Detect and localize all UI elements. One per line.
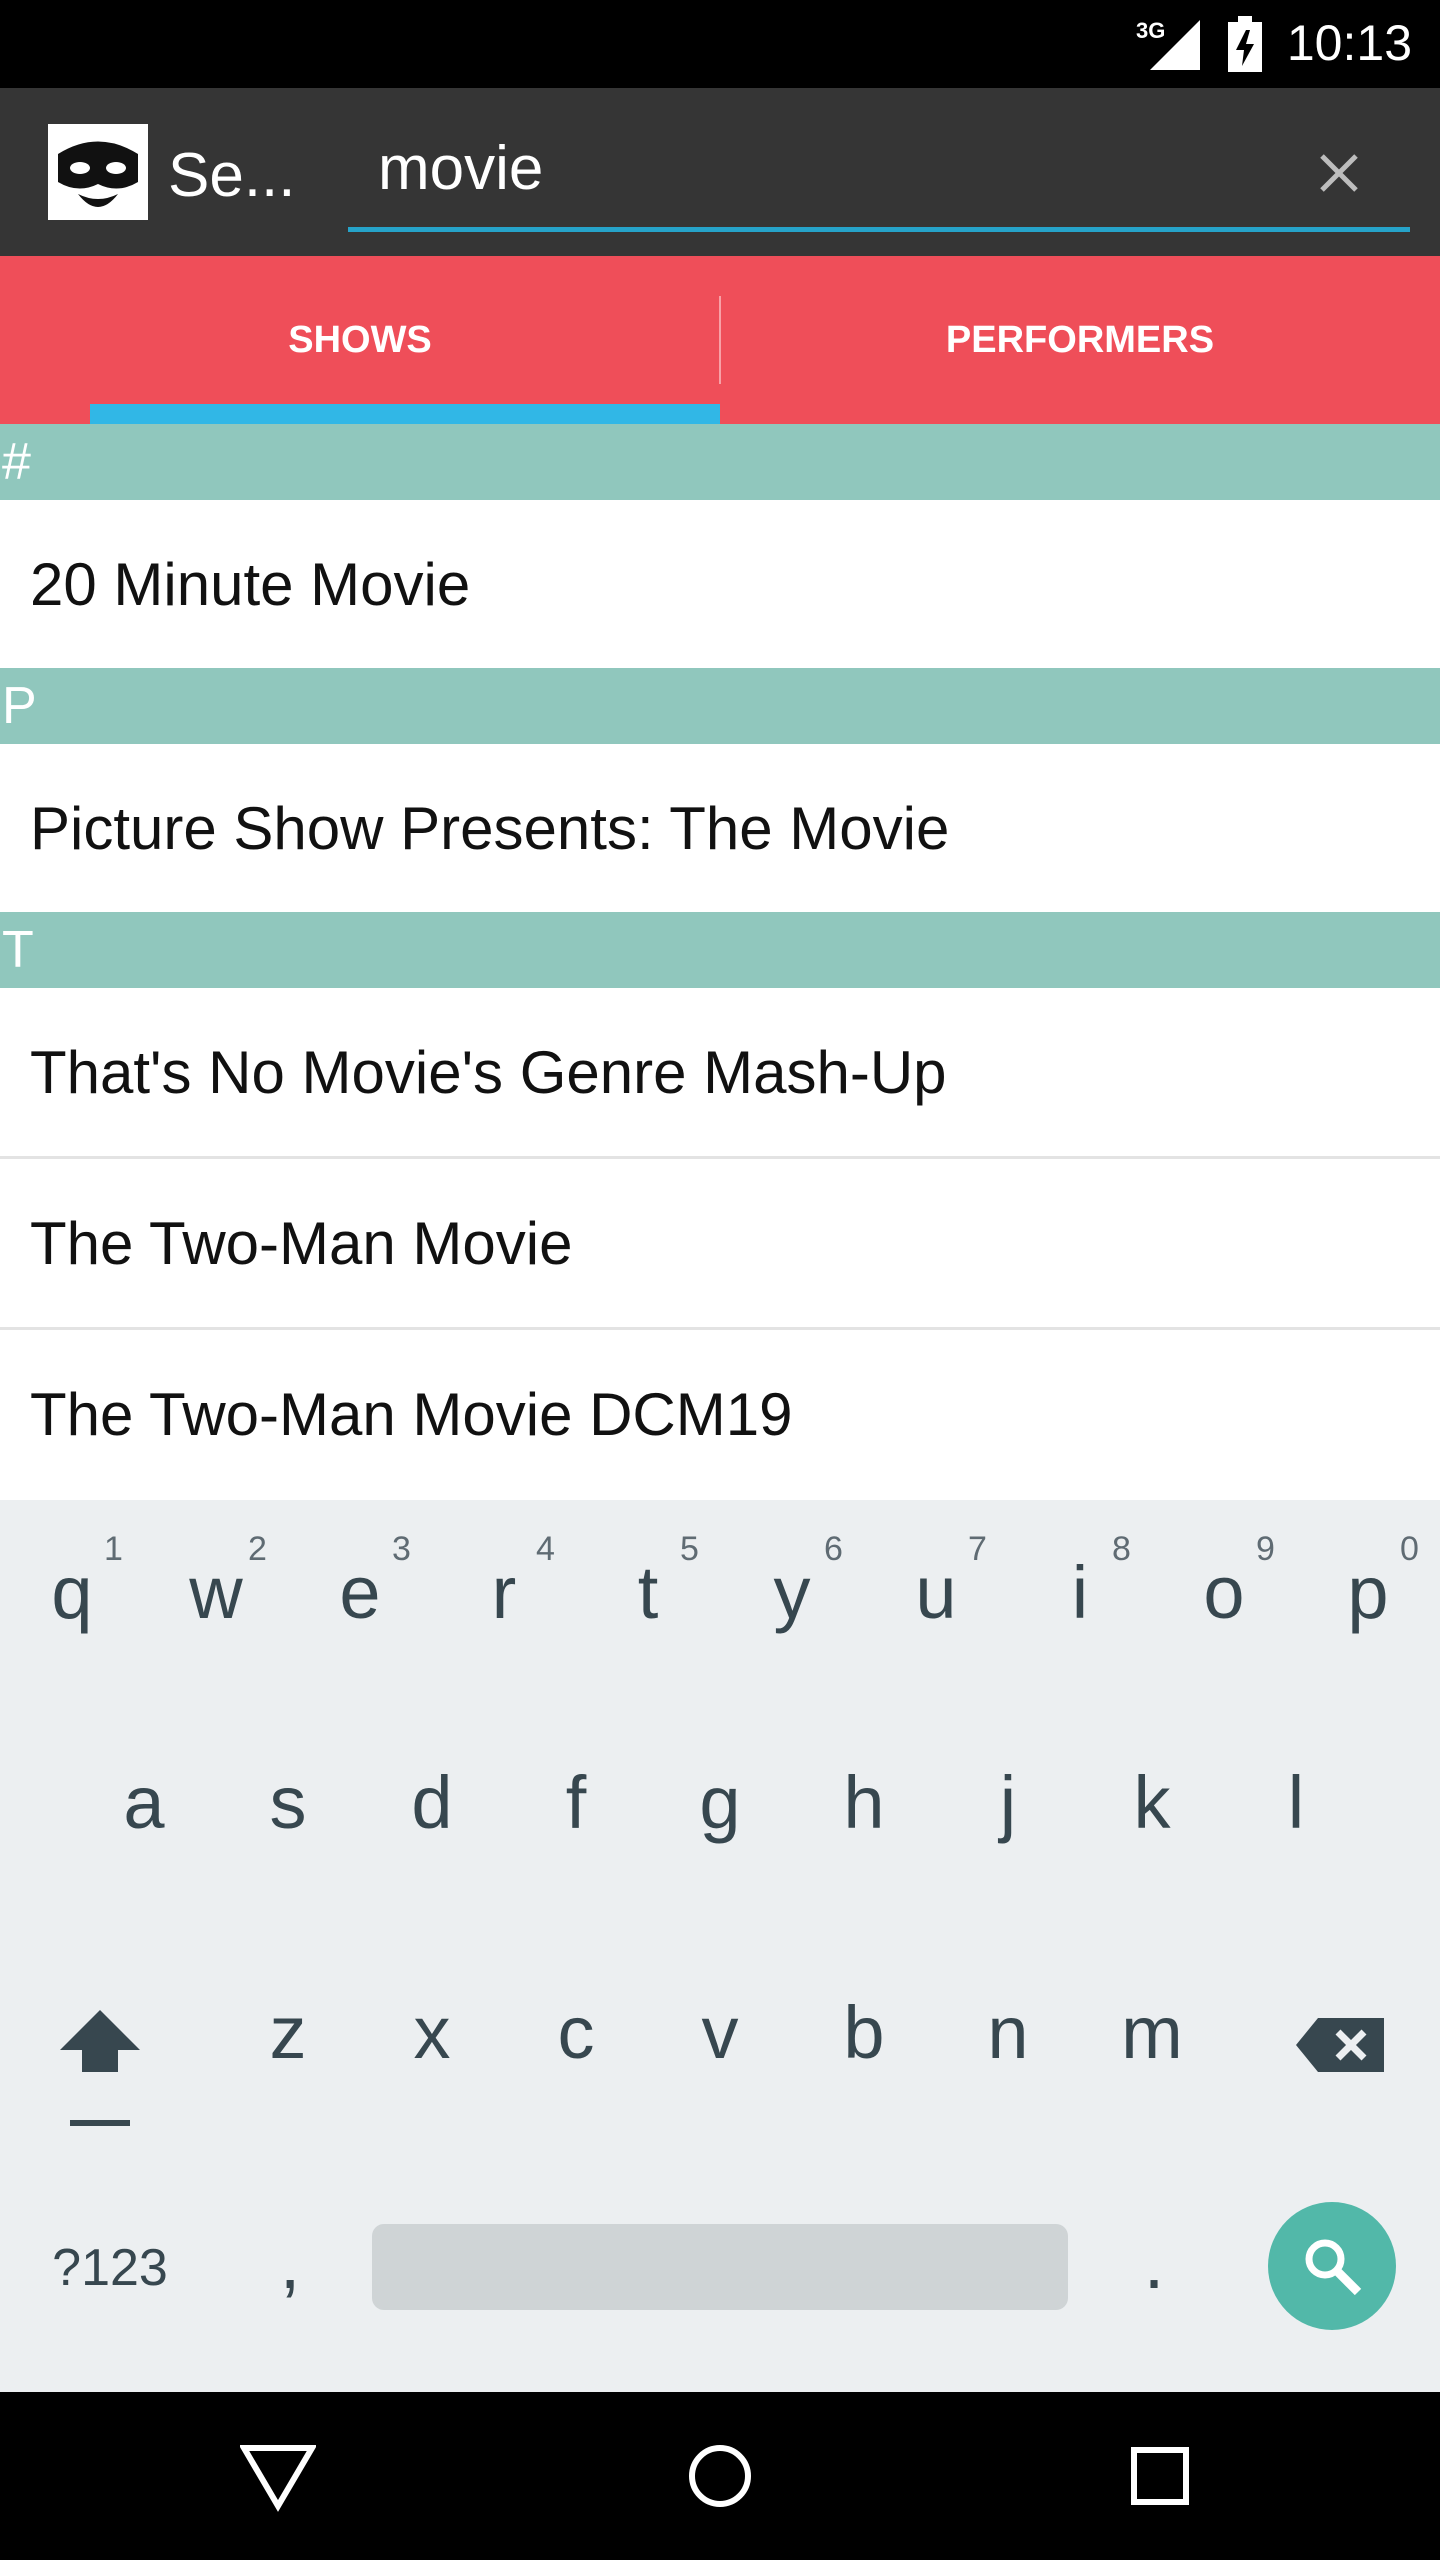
key-s-label: s — [269, 1761, 307, 1844]
key-n-label: n — [987, 1991, 1029, 2074]
signal-icon — [1150, 20, 1200, 70]
tab-bar: SHOWS PERFORMERS — [0, 256, 1440, 424]
key-p[interactable]: p0 — [1296, 1530, 1440, 1650]
key-e-hint: 3 — [392, 1530, 411, 1568]
key-f-label: f — [565, 1761, 587, 1844]
key-d-label: d — [411, 1761, 453, 1844]
key-h-label: h — [843, 1761, 885, 1844]
key-r-hint: 4 — [536, 1530, 555, 1568]
list-item[interactable]: Picture Show Presents: The Movie — [0, 744, 1440, 912]
key-x-label: x — [413, 1991, 451, 2074]
comma-key-label: , — [279, 2221, 301, 2304]
key-q-hint: 1 — [104, 1530, 123, 1568]
key-h[interactable]: h — [792, 1750, 936, 1870]
key-x[interactable]: x — [360, 1970, 504, 2090]
key-r[interactable]: r4 — [432, 1530, 576, 1650]
search-input[interactable] — [378, 128, 1278, 208]
shift-icon[interactable] — [40, 2000, 160, 2130]
search-bar — [348, 116, 1410, 232]
section-header: P — [0, 668, 1440, 744]
key-t[interactable]: t5 — [576, 1530, 720, 1650]
battery-icon — [1228, 16, 1262, 72]
app-title[interactable]: Se... — [168, 140, 296, 211]
key-m-label: m — [1121, 1991, 1183, 2074]
key-v[interactable]: v — [648, 1970, 792, 2090]
key-l[interactable]: l — [1224, 1750, 1368, 1870]
key-f[interactable]: f — [504, 1750, 648, 1870]
key-k[interactable]: k — [1080, 1750, 1224, 1870]
list-item[interactable]: 20 Minute Movie — [0, 500, 1440, 668]
key-c[interactable]: c — [504, 1970, 648, 2090]
search-icon — [1305, 2239, 1362, 2296]
status-bar: 3G 10:13 — [0, 0, 1440, 88]
section-header: T — [0, 912, 1440, 988]
key-v-label: v — [701, 1991, 739, 2074]
key-e[interactable]: e3 — [288, 1530, 432, 1650]
symbols-key-label: ?123 — [52, 2239, 168, 2297]
list-item[interactable]: The Two-Man Movie — [0, 1159, 1440, 1330]
period-key[interactable]: . — [1084, 2210, 1224, 2320]
key-n[interactable]: n — [936, 1970, 1080, 2090]
key-y[interactable]: y6 — [720, 1530, 864, 1650]
key-s[interactable]: s — [216, 1750, 360, 1870]
period-key-label: . — [1143, 2221, 1165, 2304]
key-u-hint: 7 — [968, 1530, 987, 1568]
key-o[interactable]: o9 — [1152, 1530, 1296, 1650]
tab-shows[interactable]: SHOWS — [0, 256, 720, 424]
key-z-label: z — [269, 1991, 307, 2074]
key-t-hint: 5 — [680, 1530, 699, 1568]
tab-shows-label: SHOWS — [288, 318, 432, 361]
key-w[interactable]: w2 — [144, 1530, 288, 1650]
home-icon[interactable] — [686, 2442, 754, 2510]
key-u[interactable]: u7 — [864, 1530, 1008, 1650]
recents-icon[interactable] — [1130, 2446, 1190, 2506]
list-item[interactable]: That's No Movie's Genre Mash-Up — [0, 988, 1440, 1159]
key-i[interactable]: i8 — [1008, 1530, 1152, 1650]
key-c-label: c — [557, 1991, 595, 2074]
key-d[interactable]: d — [360, 1750, 504, 1870]
key-k-label: k — [1133, 1761, 1171, 1844]
key-w-hint: 2 — [248, 1530, 267, 1568]
search-key[interactable] — [1268, 2202, 1396, 2330]
app-bar: Se... — [0, 88, 1440, 256]
key-q[interactable]: q1 — [0, 1530, 144, 1650]
comma-key[interactable]: , — [220, 2210, 360, 2320]
key-z[interactable]: z — [216, 1970, 360, 2090]
section-header: # — [0, 424, 1440, 500]
key-j-label: j — [999, 1761, 1017, 1844]
back-icon[interactable] — [240, 2442, 316, 2512]
clock: 10:13 — [1286, 15, 1412, 71]
mask-logo-icon[interactable] — [48, 124, 148, 220]
key-j[interactable]: j — [936, 1750, 1080, 1870]
key-g[interactable]: g — [648, 1750, 792, 1870]
key-i-hint: 8 — [1112, 1530, 1131, 1568]
space-bar[interactable] — [372, 2224, 1068, 2310]
close-icon[interactable] — [1304, 138, 1374, 208]
key-a-label: a — [123, 1761, 165, 1844]
results-list: # 20 Minute Movie P Picture Show Present… — [0, 424, 1440, 1498]
key-g-label: g — [699, 1761, 741, 1844]
backspace-icon[interactable] — [1290, 2010, 1390, 2080]
navigation-bar — [0, 2392, 1440, 2560]
key-b-label: b — [843, 1991, 885, 2074]
key-o-hint: 9 — [1256, 1530, 1275, 1568]
soft-keyboard: q1 w2 e3 r4 t5 y6 u7 i8 o9 p0 a s d f g … — [0, 1500, 1440, 2392]
tab-performers[interactable]: PERFORMERS — [720, 256, 1440, 424]
key-p-hint: 0 — [1400, 1530, 1419, 1568]
tab-indicator — [90, 404, 720, 424]
key-m[interactable]: m — [1080, 1970, 1224, 2090]
key-y-hint: 6 — [824, 1530, 843, 1568]
symbols-key[interactable]: ?123 — [30, 2220, 190, 2310]
list-item[interactable]: The Two-Man Movie DCM19 — [0, 1330, 1440, 1498]
key-l-label: l — [1287, 1761, 1305, 1844]
tab-performers-label: PERFORMERS — [945, 318, 1215, 361]
key-a[interactable]: a — [72, 1750, 216, 1870]
key-b[interactable]: b — [792, 1970, 936, 2090]
